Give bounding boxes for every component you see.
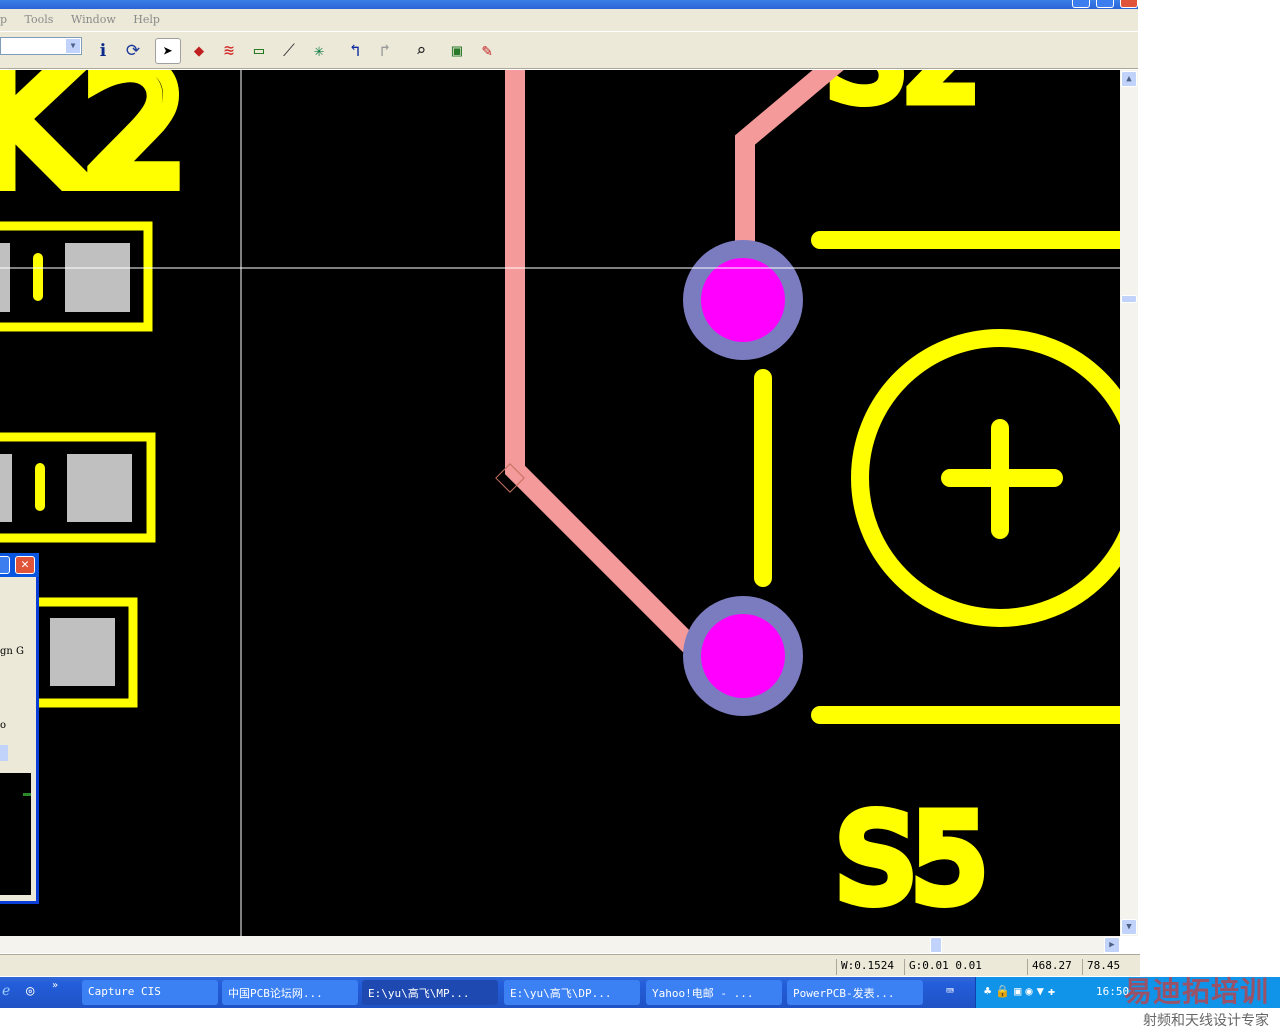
- scroll-thumb[interactable]: [1121, 295, 1137, 303]
- close-icon[interactable]: ✕: [15, 556, 35, 574]
- spinner[interactable]: [0, 745, 8, 761]
- undo-icon[interactable]: ↰: [342, 38, 368, 64]
- pad[interactable]: [67, 454, 132, 522]
- pad[interactable]: [50, 618, 115, 686]
- trace[interactable]: [505, 70, 698, 653]
- menu-help[interactable]: Help: [133, 13, 160, 26]
- board-icon[interactable]: ▣: [444, 38, 470, 64]
- label-s2: S2: [828, 70, 981, 128]
- desktop-area: [1138, 0, 1280, 977]
- refresh-icon[interactable]: ⟳: [120, 38, 146, 64]
- scroll-down-button[interactable]: ▼: [1121, 919, 1137, 935]
- preview-pane: [0, 773, 31, 895]
- tray-icons[interactable]: ♣🔒▣◉▼✚: [984, 984, 1059, 998]
- taskbar-button[interactable]: Yahoo!电邮 - ...: [646, 980, 782, 1005]
- routing-icon[interactable]: ≋: [216, 38, 242, 64]
- layer-combo[interactable]: ▼: [0, 37, 82, 55]
- floating-dialog: ✕ gn G o: [0, 553, 39, 904]
- status-bar: W:0.1524 G:0.01 0.01 468.27 78.45: [0, 954, 1140, 976]
- title-bar: [0, 0, 1140, 9]
- dialog-text: o: [0, 720, 7, 731]
- status-x: 468.27: [1027, 959, 1072, 975]
- status-grid: G:0.01 0.01: [904, 959, 982, 975]
- component-2[interactable]: [0, 432, 156, 543]
- label-k2: K2: [0, 70, 188, 222]
- select-arrow-icon[interactable]: ➤: [155, 38, 181, 64]
- paint-icon[interactable]: ✎: [474, 38, 500, 64]
- drafting-icon[interactable]: ◆: [186, 38, 212, 64]
- vertical-scrollbar[interactable]: ▲ ▼: [1120, 70, 1138, 936]
- dimension-icon[interactable]: ▭: [246, 38, 272, 64]
- ie-icon[interactable]: ℯ: [2, 983, 10, 999]
- pad[interactable]: [0, 243, 10, 312]
- pad[interactable]: [65, 243, 130, 312]
- chevron-icon[interactable]: »: [52, 980, 58, 991]
- via[interactable]: [683, 240, 803, 360]
- menu-partial[interactable]: p: [0, 13, 7, 26]
- menu-tools[interactable]: Tools: [25, 13, 54, 26]
- watermark-subtitle: 射频和天线设计专家: [1143, 1013, 1270, 1029]
- outlook-icon[interactable]: ◎: [26, 983, 34, 999]
- ecо-icon[interactable]: ⟋: [276, 38, 302, 64]
- label-s5: S5: [838, 790, 988, 928]
- minimize-button[interactable]: [1072, 0, 1090, 8]
- dialog-text: gn G: [0, 646, 25, 657]
- dialog-titlebar[interactable]: ✕: [0, 553, 39, 577]
- keyboard-icon[interactable]: ⌨: [946, 984, 954, 999]
- zoom-icon[interactable]: ⌕: [408, 38, 434, 64]
- component-1[interactable]: [0, 221, 153, 332]
- menu-window[interactable]: Window: [71, 13, 116, 26]
- scroll-right-button[interactable]: ▶: [1104, 937, 1120, 953]
- horizontal-scrollbar[interactable]: ▶: [0, 936, 1120, 953]
- scroll-up-button[interactable]: ▲: [1121, 71, 1137, 87]
- maximize-button[interactable]: [1096, 0, 1114, 8]
- info-icon[interactable]: ℹ: [90, 38, 116, 64]
- taskbar-button[interactable]: E:\yu\高飞\DP...: [504, 980, 640, 1005]
- pcb-drawing: K2 S2 S5: [0, 70, 1120, 936]
- pad[interactable]: [0, 454, 12, 522]
- taskbar-button[interactable]: Capture CIS: [82, 980, 218, 1005]
- toolbar: ▼ ℹ ⟳ ➤ ◆ ≋ ▭ ⟋ ✳ ↰ ↱ ⌕ ▣ ✎: [0, 31, 1140, 69]
- redo-icon[interactable]: ↱: [372, 38, 398, 64]
- taskbar-button[interactable]: 中国PCB论坛网...: [222, 980, 358, 1005]
- taskbar-button[interactable]: PowerPCB-发表...: [787, 980, 923, 1005]
- chevron-down-icon[interactable]: ▼: [66, 39, 80, 53]
- component-icon[interactable]: ✳: [306, 38, 332, 64]
- taskbar-button[interactable]: E:\yu\高飞\MP...: [362, 980, 498, 1005]
- scroll-thumb[interactable]: [930, 937, 942, 953]
- taskbar: ℯ ◎ » Capture CIS 中国PCB论坛网... E:\yu\高飞\MP.…: [0, 977, 1280, 1008]
- maximize-button[interactable]: [0, 556, 10, 574]
- status-y: 78.45: [1082, 959, 1120, 975]
- close-button[interactable]: [1120, 0, 1138, 8]
- status-width: W:0.1524: [836, 959, 894, 975]
- watermark-title: 易迪拓培训: [1124, 975, 1270, 1008]
- menu-bar: p Tools Window Help: [0, 9, 1140, 31]
- via[interactable]: [683, 596, 803, 716]
- pcb-canvas[interactable]: K2 S2 S5: [0, 70, 1120, 936]
- watermark: 易迪拓培训 射频和天线设计专家: [1124, 970, 1269, 1030]
